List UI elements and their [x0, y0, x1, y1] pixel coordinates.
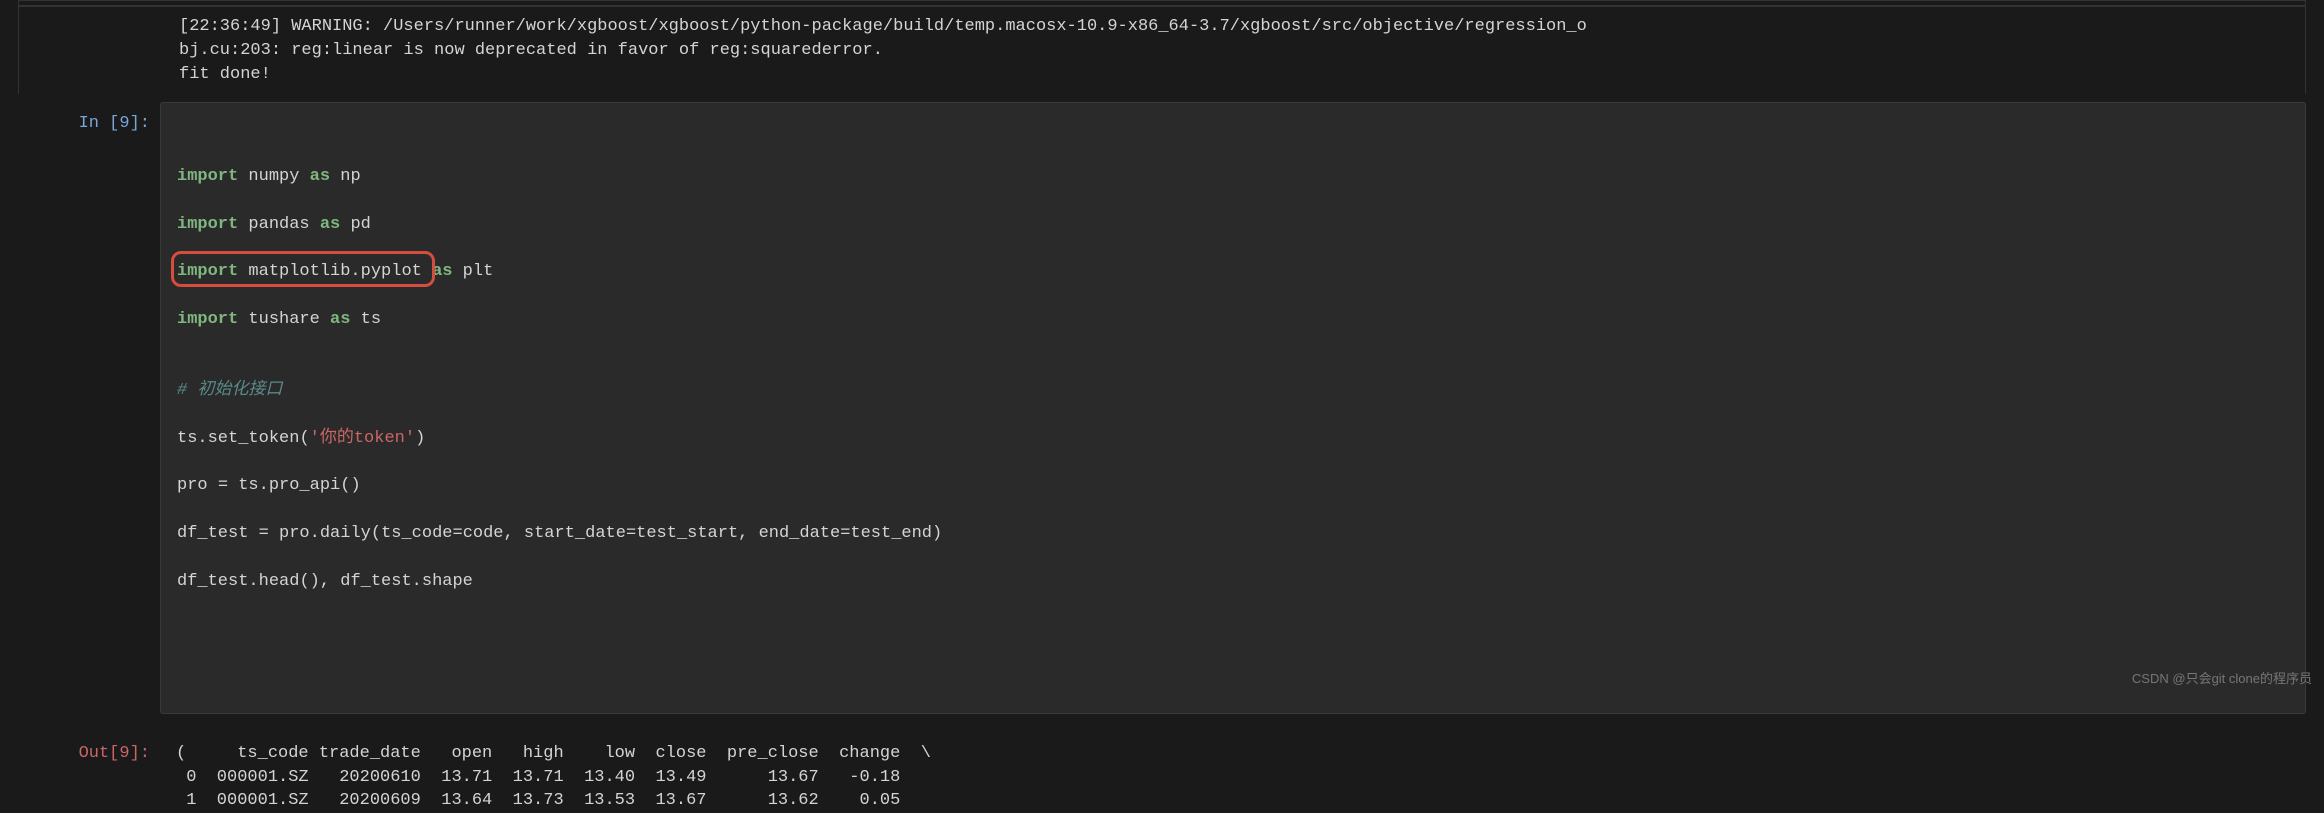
output-dataframe: ( ts_code trade_date open high low close… — [160, 732, 2306, 813]
in-prompt: In [9]: — [18, 102, 160, 713]
out-prompt: Out[9]: — [18, 732, 160, 813]
import-pandas: import pandas as pd — [177, 213, 2289, 237]
code-cell: In [9]: import numpy as np import pandas… — [18, 102, 2306, 713]
warning-line-3: fit done! — [179, 65, 271, 84]
pro-api-line: pro = ts.pro_api() — [177, 474, 2289, 498]
warning-output: [22:36:49] WARNING: /Users/runner/work/x… — [18, 6, 2306, 94]
df-row-0: 0 000001.SZ 20200610 13.71 13.71 13.40 1… — [176, 768, 931, 787]
df-row-1: 1 000001.SZ 20200609 13.64 13.73 13.53 1… — [176, 791, 931, 810]
output-cell: Out[9]: ( ts_code trade_date open high l… — [18, 732, 2306, 813]
set-token-line: ts.set_token('你的token') — [177, 427, 2289, 451]
comment-init: # 初始化接口 — [177, 379, 2289, 403]
daily-line: df_test = pro.daily(ts_code=code, start_… — [177, 522, 2289, 546]
df-header: ( ts_code trade_date open high low close… — [176, 744, 931, 763]
import-numpy: import numpy as np — [177, 165, 2289, 189]
notebook-container: [22:36:49] WARNING: /Users/runner/work/x… — [0, 0, 2324, 813]
watermark-text: CSDN @只会git clone的程序员 — [2132, 670, 2312, 688]
import-tushare: import tushare as ts — [177, 308, 2289, 332]
code-input-area[interactable]: import numpy as np import pandas as pd i… — [160, 102, 2306, 713]
import-matplotlib: import matplotlib.pyplot as plt — [177, 260, 2289, 284]
head-shape-line: df_test.head(), df_test.shape — [177, 570, 2289, 594]
warning-line-2: bj.cu:203: reg:linear is now deprecated … — [179, 41, 883, 60]
warning-line-1: [22:36:49] WARNING: /Users/runner/work/x… — [179, 17, 1587, 36]
